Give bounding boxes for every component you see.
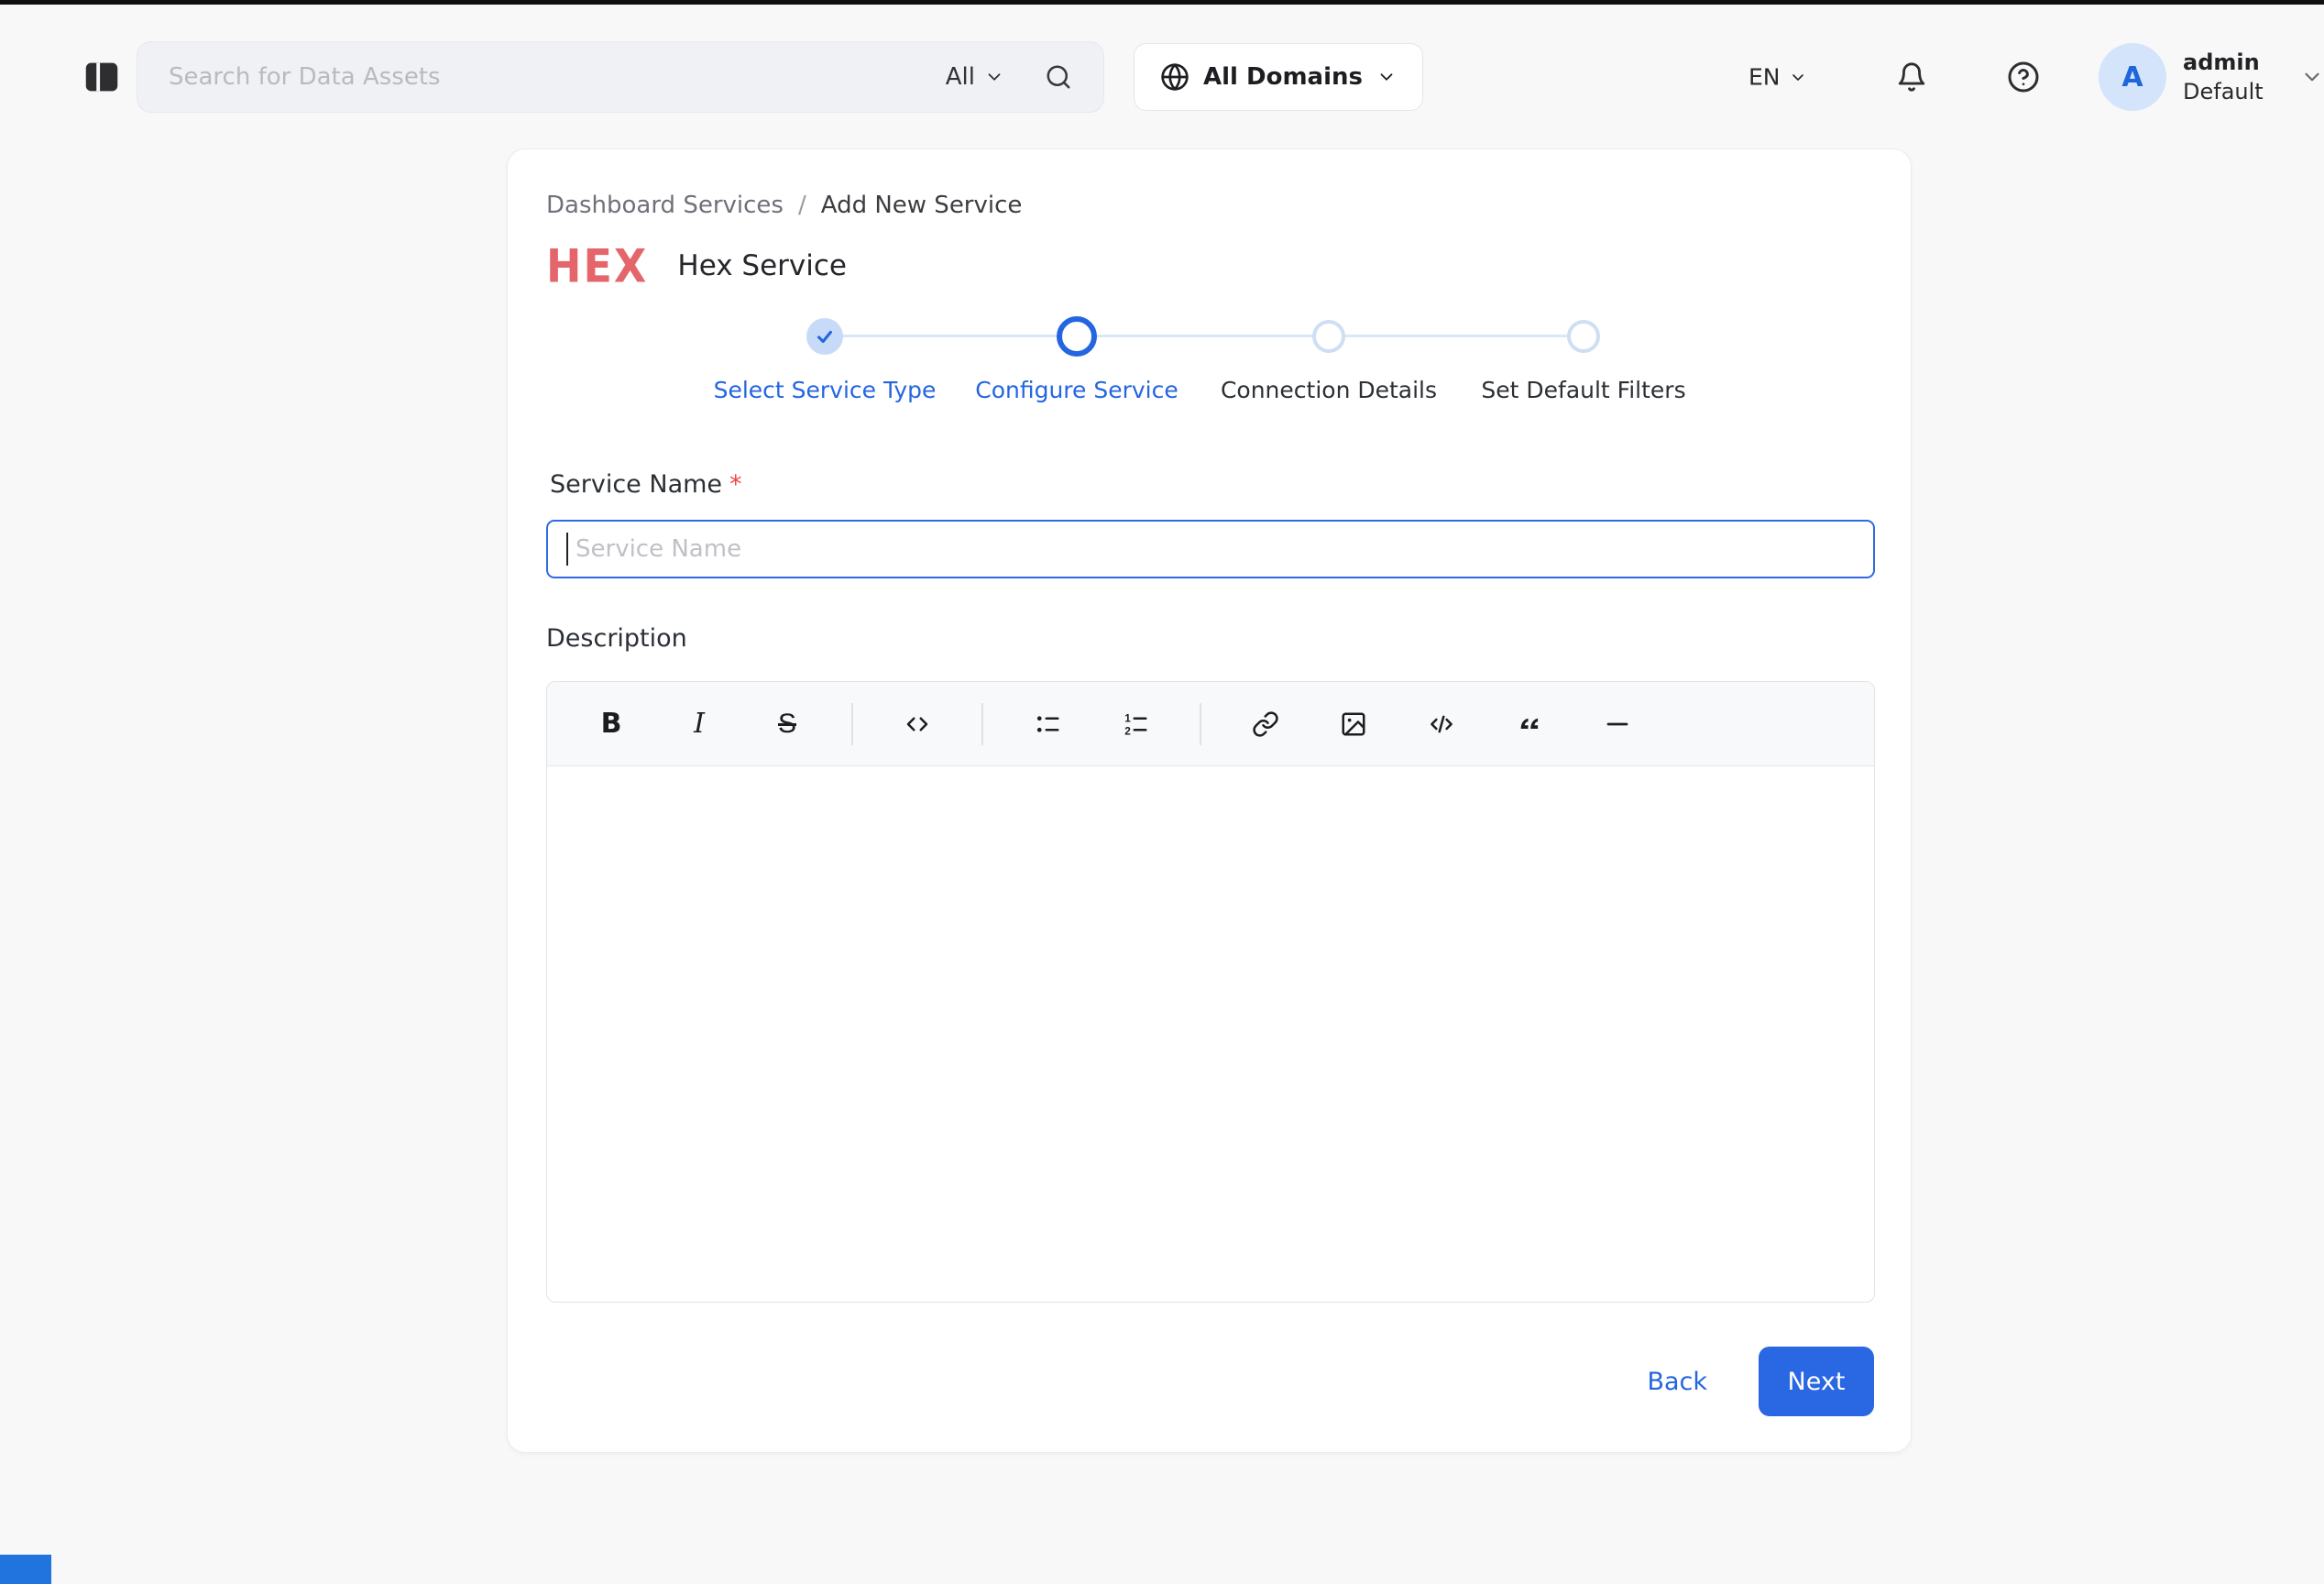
form-actions: Back Next — [1647, 1347, 1874, 1416]
globe-icon — [1160, 62, 1189, 92]
next-button[interactable]: Next — [1759, 1347, 1874, 1416]
search-icon[interactable] — [1045, 63, 1072, 91]
code-block-icon — [1428, 710, 1455, 738]
step-dot-select-service-type — [806, 318, 843, 355]
breadcrumb-separator: / — [798, 192, 806, 219]
language-label: EN — [1748, 64, 1781, 91]
code-block-button[interactable] — [1414, 697, 1469, 752]
breadcrumb-current: Add New Service — [821, 192, 1023, 219]
toolbar-divider — [1200, 703, 1201, 745]
inline-code-icon — [904, 710, 931, 738]
notifications-button[interactable] — [1888, 53, 1935, 101]
step-label-connection-details: Connection Details — [1221, 377, 1437, 403]
user-menu[interactable]: A admin Default — [2099, 43, 2264, 111]
chevron-down-icon — [1376, 67, 1397, 87]
sidebar-toggle-button[interactable] — [78, 53, 126, 101]
step-dot-configure-service — [1057, 316, 1097, 357]
avatar-initial: A — [2121, 61, 2143, 94]
horizontal-rule-button[interactable] — [1590, 697, 1645, 752]
bottom-left-accent — [0, 1555, 51, 1584]
description-label: Description — [546, 624, 687, 653]
blockquote-icon — [1516, 710, 1543, 738]
user-team: Default — [2183, 77, 2264, 106]
blockquote-button[interactable] — [1502, 697, 1557, 752]
bullet-list-button[interactable] — [1020, 697, 1075, 752]
image-icon — [1340, 710, 1367, 738]
description-editor: B I S 12 — [546, 681, 1875, 1303]
step-label-configure-service: Configure Service — [975, 377, 1178, 403]
help-button[interactable] — [2000, 53, 2047, 101]
svg-text:1: 1 — [1124, 711, 1131, 724]
global-search-bar[interactable]: All — [137, 41, 1104, 113]
breadcrumb: Dashboard Services / Add New Service — [546, 192, 1022, 219]
step-dot-set-default-filters — [1567, 320, 1600, 353]
image-button[interactable] — [1326, 697, 1381, 752]
link-button[interactable] — [1238, 697, 1293, 752]
search-filter-dropdown[interactable]: All — [946, 63, 1004, 91]
ordered-list-button[interactable]: 12 — [1108, 697, 1163, 752]
topbar: All All Domains EN A a — [0, 5, 2324, 149]
avatar: A — [2099, 43, 2166, 111]
service-name-field-wrap — [546, 520, 1875, 578]
add-service-card: Dashboard Services / Add New Service HEX… — [507, 148, 1912, 1453]
service-name-input[interactable] — [546, 520, 1875, 578]
step-label-select-service-type: Select Service Type — [714, 377, 937, 403]
help-icon — [2007, 60, 2040, 94]
editor-toolbar: B I S 12 — [547, 682, 1874, 766]
hex-logo: HEX — [546, 243, 648, 289]
screen: All All Domains EN A a — [0, 0, 2324, 1584]
stepper-connector-line — [825, 335, 1584, 337]
step-dot-connection-details — [1312, 320, 1345, 353]
strikethrough-icon: S — [778, 709, 796, 740]
toolbar-divider — [851, 703, 853, 745]
user-info: admin Default — [2183, 48, 2264, 107]
chevron-down-icon — [984, 67, 1004, 87]
service-name-label: Service Name* — [550, 470, 742, 499]
domains-dropdown[interactable]: All Domains — [1134, 43, 1423, 111]
bell-icon — [1896, 61, 1927, 93]
toolbar-divider — [981, 703, 983, 745]
check-icon — [815, 326, 835, 346]
service-name-label-text: Service Name — [550, 470, 722, 499]
svg-text:2: 2 — [1124, 724, 1131, 737]
page-title: Hex Service — [677, 249, 847, 282]
back-button[interactable]: Back — [1647, 1368, 1707, 1396]
text-caret — [566, 533, 568, 566]
language-dropdown[interactable]: EN — [1748, 64, 1807, 91]
domains-label: All Domains — [1203, 63, 1363, 91]
search-input[interactable] — [169, 63, 946, 91]
user-menu-chevron-icon[interactable] — [2300, 65, 2324, 89]
bold-button[interactable]: B — [584, 697, 639, 752]
description-editor-body[interactable] — [547, 766, 1874, 1303]
service-header: HEX Hex Service — [546, 245, 847, 287]
search-filter-label: All — [946, 63, 975, 91]
italic-icon: I — [694, 708, 705, 740]
chevron-down-icon — [1789, 68, 1807, 86]
required-marker: * — [729, 470, 742, 499]
bullet-list-icon — [1034, 710, 1061, 738]
sidebar-panel-icon — [81, 56, 123, 98]
bold-icon: B — [601, 708, 622, 740]
inline-code-button[interactable] — [890, 697, 945, 752]
italic-button[interactable]: I — [672, 697, 727, 752]
breadcrumb-dashboard-services[interactable]: Dashboard Services — [546, 192, 784, 219]
ordered-list-icon: 12 — [1122, 710, 1149, 738]
step-label-set-default-filters: Set Default Filters — [1481, 377, 1685, 403]
link-icon — [1252, 710, 1279, 738]
horizontal-rule-icon — [1604, 710, 1631, 738]
strikethrough-button[interactable]: S — [760, 697, 815, 752]
user-name: admin — [2183, 48, 2264, 77]
